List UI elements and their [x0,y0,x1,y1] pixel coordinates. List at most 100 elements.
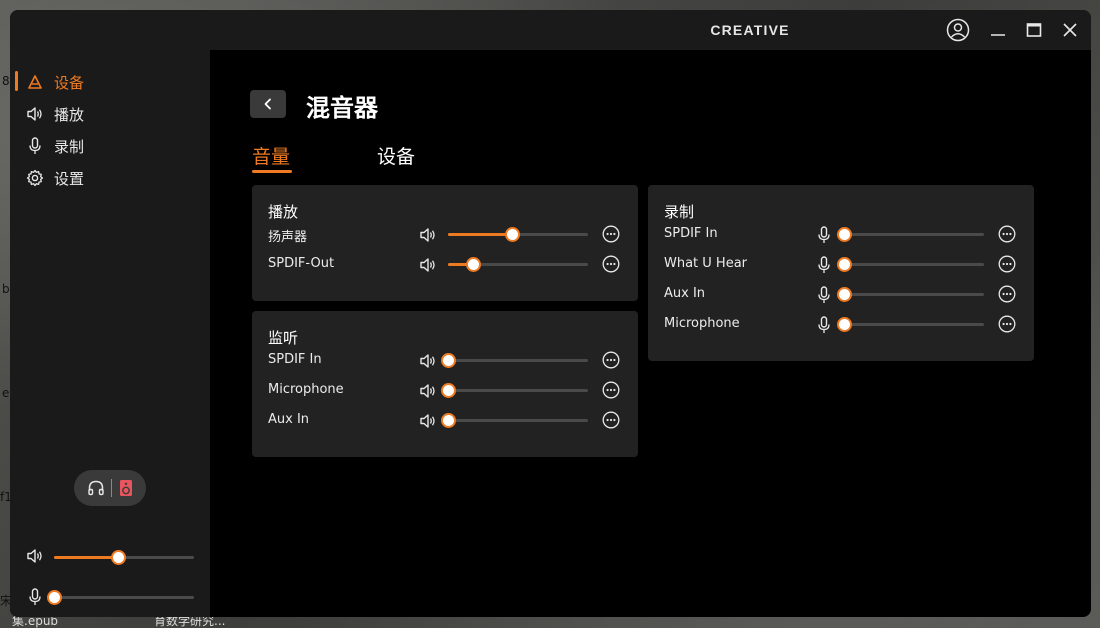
slider-thumb[interactable] [837,227,852,242]
channel-label: SPDIF In [268,352,322,367]
user-icon [946,18,970,42]
slider-thumb[interactable] [505,227,521,242]
output-toggle [74,470,146,506]
card-title: 监听 [268,329,299,347]
sidebar-item-label: 播放 [54,105,85,124]
speaker-icon[interactable] [418,381,438,401]
sidebar-item-recording[interactable]: 录制 [24,133,204,159]
slider-thumb[interactable] [837,287,852,302]
account-button[interactable] [944,18,972,42]
sidebar-item-playback[interactable]: 播放 [24,101,204,127]
card-title: 播放 [268,203,299,221]
slider-thumb[interactable] [837,257,852,272]
volume-slider[interactable] [837,317,984,332]
mixer-row: SPDIF In [648,223,1034,247]
speaker-icon[interactable] [418,255,438,275]
speaker-icon[interactable] [418,225,438,245]
sidebar-item-device[interactable]: 设备 [24,69,204,95]
speaker-icon[interactable] [418,411,438,431]
microphone-icon[interactable] [814,315,834,335]
desktop-fragment: e [2,386,10,400]
mixer-row: Aux In [252,409,638,433]
playback-card: 播放 扬声器 SPDIF-Out [252,185,638,301]
monitor-card: 监听 SPDIF In Microphone Aux In [252,311,638,457]
volume-slider[interactable] [441,383,588,398]
microphone-icon [24,135,46,157]
sidebar: 设备 播放 录制 设置 [10,10,210,617]
volume-slider[interactable] [441,353,588,368]
mixer-row: Microphone [252,379,638,403]
channel-label: Microphone [268,382,344,397]
slider-thumb[interactable] [466,257,482,272]
slider-thumb[interactable] [441,413,456,428]
app-window: 设备 播放 录制 设置 CREATIVE 混音器 音量 设备 播放 扬声器 SP… [10,10,1091,617]
channel-label: SPDIF-Out [268,256,335,271]
volume-slider[interactable] [837,287,984,302]
more-options-icon[interactable] [998,225,1018,245]
page-title: 混音器 [306,94,378,122]
channel-label: What U Hear [664,256,748,271]
speaker-icon [26,548,44,564]
channel-label: 扬声器 [268,230,308,245]
maximize-button[interactable] [1020,18,1048,42]
brand-logo: CREATIVE [710,22,790,38]
maximize-icon [1026,22,1042,38]
slider-thumb[interactable] [441,383,456,398]
minimize-icon [990,22,1006,38]
microphone-icon[interactable] [814,285,834,305]
microphone-icon[interactable] [814,255,834,275]
desktop-fragment: 8 [2,74,10,88]
active-nav-indicator [15,71,18,91]
device-icon [24,71,46,93]
channel-label: Aux In [268,412,310,427]
desktop-fragment: b [2,282,10,296]
sidebar-item-label: 录制 [54,137,85,156]
sidebar-item-settings[interactable]: 设置 [24,165,204,191]
tab-device[interactable]: 设备 [377,142,415,169]
more-options-icon[interactable] [602,225,622,245]
back-button[interactable] [250,90,286,118]
channel-label: Aux In [664,286,706,301]
slider-thumb[interactable] [441,353,456,368]
speaker-icon[interactable] [418,351,438,371]
volume-slider[interactable] [837,227,984,242]
close-icon [1062,22,1078,38]
volume-slider[interactable] [448,227,588,242]
sidebar-item-label: 设备 [54,73,85,92]
mixer-row: SPDIF-Out [252,253,638,277]
master-output-slider[interactable] [54,550,194,565]
more-options-icon[interactable] [602,381,622,401]
speaker-icon [24,103,46,125]
mixer-row: What U Hear [648,253,1034,277]
more-options-icon[interactable] [998,285,1018,305]
active-tab-underline [252,170,292,173]
record-card: 录制 SPDIF In What U Hear Aux In Microphon… [648,185,1034,361]
volume-slider[interactable] [448,257,588,272]
tab-volume[interactable]: 音量 [252,142,290,169]
title-bar[interactable]: CREATIVE [210,10,1091,50]
microphone-icon [28,588,42,606]
more-options-icon[interactable] [602,411,622,431]
chevron-left-icon [263,98,273,110]
gear-icon [24,167,46,189]
headphones-icon[interactable] [87,479,105,497]
slider-thumb[interactable] [111,550,127,565]
volume-slider[interactable] [837,257,984,272]
slider-thumb[interactable] [837,317,852,332]
more-options-icon[interactable] [998,255,1018,275]
mixer-row: 扬声器 [252,223,638,247]
slider-thumb[interactable] [47,590,62,605]
slider-fill [54,556,119,559]
more-options-icon[interactable] [602,351,622,371]
more-options-icon[interactable] [998,315,1018,335]
volume-slider[interactable] [441,413,588,428]
speaker-box-icon[interactable] [119,479,133,497]
microphone-icon[interactable] [814,225,834,245]
channel-label: Microphone [664,316,740,331]
mixer-row: Microphone [648,313,1034,337]
master-input-slider[interactable] [47,590,194,605]
close-button[interactable] [1056,18,1084,42]
more-options-icon[interactable] [602,255,622,275]
channel-label: SPDIF In [664,226,718,241]
minimize-button[interactable] [984,18,1012,42]
